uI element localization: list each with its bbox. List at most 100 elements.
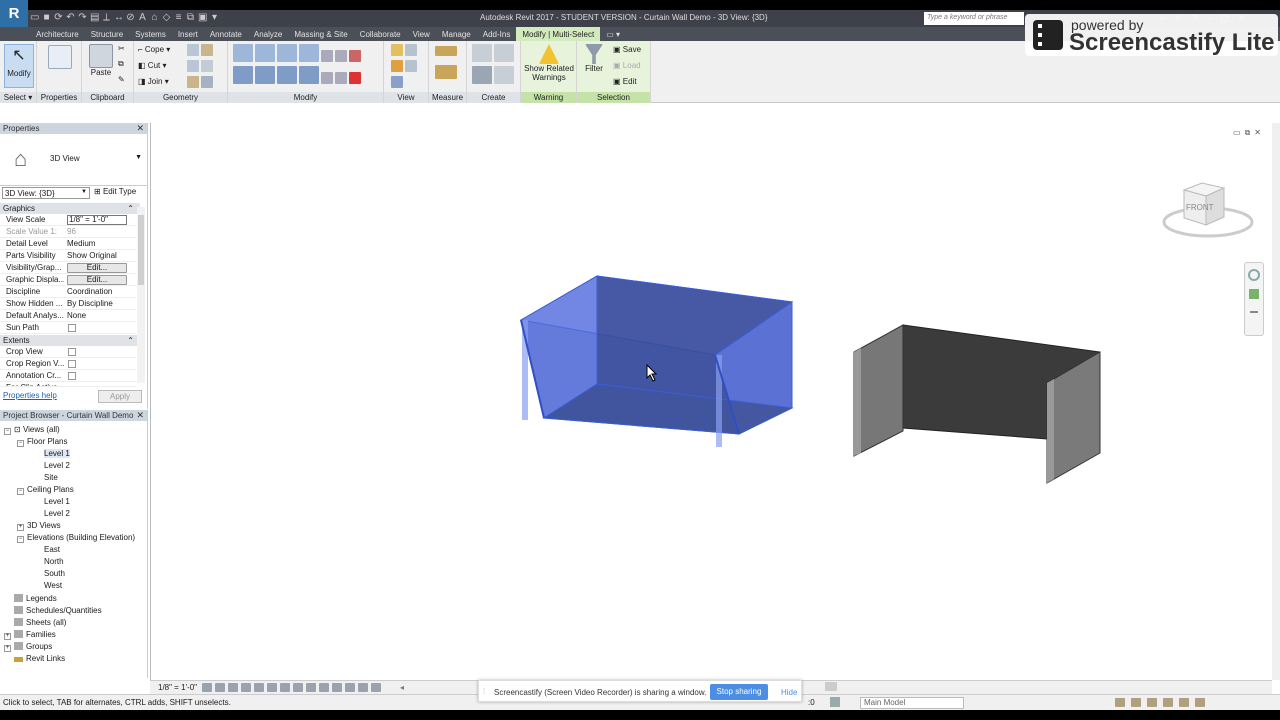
detail-level-icon[interactable] [202, 683, 212, 692]
discipline-value[interactable]: Coordination [67, 286, 127, 298]
tree-sheets[interactable]: Sheets (all) [14, 617, 66, 628]
tree-floor-plan-level-1[interactable]: Level 1 [44, 448, 70, 459]
extents-section-header[interactable]: Extents ⌃ [0, 335, 140, 346]
hide-button[interactable]: Hide [781, 688, 797, 697]
split-face-icon[interactable] [187, 44, 199, 56]
visibility-edit-button[interactable]: Edit... [67, 263, 127, 273]
select-box-icon[interactable] [391, 76, 403, 88]
split-icon[interactable] [321, 50, 333, 62]
shadows-icon[interactable] [241, 683, 251, 692]
type-selector[interactable]: ⌂ 3D View ▼ [0, 134, 147, 186]
temp-view-props-icon[interactable] [332, 683, 342, 692]
tree-ceiling-plan-level-2[interactable]: Level 2 [44, 508, 70, 519]
tree-elevation-south[interactable]: South [44, 568, 65, 579]
aligned-dimension-icon[interactable] [435, 65, 457, 79]
tab-collaborate[interactable]: Collaborate [354, 27, 407, 41]
drawing-area-3d-view[interactable] [150, 123, 1272, 680]
show-hidden-value[interactable]: By Discipline [67, 298, 127, 310]
tree-families[interactable]: + Families [4, 629, 56, 640]
selected-curtain-wall[interactable] [519, 275, 794, 447]
linework-icon[interactable] [391, 60, 403, 72]
tab-architecture[interactable]: Architecture [30, 27, 85, 41]
3d-view-icon[interactable]: ⌂ [150, 12, 159, 23]
view-scale-input[interactable]: 1/8" = 1'-0" [67, 215, 127, 225]
tree-groups[interactable]: + Groups [4, 641, 52, 652]
save-icon[interactable]: ■ [42, 12, 51, 23]
undo-icon[interactable]: ↶ [66, 12, 75, 23]
tree-ceiling-plan-level-1[interactable]: Level 1 [44, 496, 70, 507]
tree-legends[interactable]: Legends [14, 593, 57, 604]
switch-windows-icon[interactable]: ▣ [198, 12, 207, 23]
view-vertical-scrollbar[interactable] [1272, 123, 1280, 680]
view-cube[interactable]: FRONT [1162, 180, 1254, 240]
panel-toggle-icon[interactable]: ▭ ▾ [600, 27, 626, 41]
print-icon[interactable]: ▤ [90, 12, 99, 23]
view-instance-dropdown[interactable]: 3D View: {3D} ▼ [2, 187, 90, 199]
tree-ceiling-plans[interactable]: − Ceiling Plans [17, 484, 74, 495]
scrollbar-thumb[interactable] [138, 215, 144, 285]
redo-icon[interactable]: ↷ [78, 12, 87, 23]
thin-lines-icon[interactable]: ≡ [174, 12, 183, 23]
section-icon[interactable]: ◇ [162, 12, 171, 23]
collapse-toggle-icon[interactable]: − [17, 440, 24, 447]
tree-elevations[interactable]: − Elevations (Building Elevation) [17, 532, 135, 543]
view-cube-front-label[interactable]: FRONT [1186, 203, 1214, 212]
reveal-constraints-icon[interactable] [371, 683, 381, 692]
tree-elevation-east[interactable]: East [44, 544, 60, 555]
cut-geometry-button[interactable]: ◧ Cut ▾ [138, 61, 167, 70]
crop-region-checkbox[interactable] [68, 360, 76, 368]
customize-qat-icon[interactable]: ▾ [210, 12, 219, 23]
text-icon[interactable]: A [138, 12, 147, 23]
select-panel-label[interactable]: Select ▾ [0, 92, 36, 103]
edit-type-button[interactable]: ⊞ Edit Type [94, 187, 136, 196]
remove-paint-icon[interactable] [201, 60, 213, 72]
cut-icon[interactable]: ✂ [118, 44, 125, 53]
tree-3d-views[interactable]: +3D Views [17, 520, 61, 531]
scale-icon[interactable] [335, 72, 347, 84]
trim-icon[interactable] [335, 50, 347, 62]
dimension-icon[interactable]: ↔ [114, 12, 124, 23]
show-crop-icon[interactable] [280, 683, 290, 692]
wall-joins-icon[interactable] [201, 44, 213, 56]
detail-level-value[interactable]: Medium [67, 238, 127, 250]
collapse-toggle-icon[interactable]: − [17, 488, 24, 495]
paste-button[interactable]: Paste [86, 44, 116, 77]
tag-icon[interactable]: ⊘ [126, 12, 135, 23]
paint-icon[interactable] [187, 60, 199, 72]
graphic-display-edit-button[interactable]: Edit... [67, 275, 127, 285]
drag-handle-icon[interactable]: ⁞ [483, 687, 485, 696]
create-group-icon[interactable] [472, 66, 492, 84]
filter-button[interactable]: Filter [580, 44, 608, 73]
design-options-icon[interactable] [830, 697, 840, 707]
close-hidden-icon[interactable]: ⧉ [186, 12, 195, 23]
steering-wheel-icon[interactable] [1248, 269, 1260, 281]
mirror-draw-icon[interactable] [299, 44, 319, 62]
nav-dropdown-icon[interactable] [1250, 307, 1258, 313]
crop-view-icon[interactable] [267, 683, 277, 692]
open-icon[interactable]: ▭ [30, 12, 39, 23]
tab-analyze[interactable]: Analyze [248, 27, 288, 41]
select-links-icon[interactable] [1115, 698, 1125, 707]
create-assembly-icon[interactable] [472, 44, 492, 62]
load-selection-button[interactable]: ▣ Load [613, 61, 641, 70]
tree-floor-plans[interactable]: − Floor Plans [17, 436, 67, 447]
apply-button[interactable]: Apply [98, 390, 142, 403]
tab-manage[interactable]: Manage [436, 27, 477, 41]
mirror-axis-icon[interactable] [277, 44, 297, 62]
expand-toggle-icon[interactable]: + [4, 633, 11, 640]
align-icon[interactable] [233, 44, 253, 62]
array-icon[interactable] [321, 72, 333, 84]
tree-floor-plan-level-2[interactable]: Level 2 [44, 460, 70, 471]
properties-button[interactable] [45, 45, 75, 69]
match-type-icon[interactable]: ✎ [118, 75, 125, 84]
properties-scrollbar[interactable] [137, 207, 145, 383]
view-scale-control[interactable]: 1/8" = 1'-0" [158, 683, 197, 692]
view-tool-icon[interactable] [405, 60, 417, 72]
join-button[interactable]: ◨ Join ▾ [138, 77, 169, 86]
sun-path-icon[interactable] [228, 683, 238, 692]
default-analysis-value[interactable]: None [67, 310, 127, 322]
expand-toggle-icon[interactable]: + [17, 524, 24, 531]
visual-style-icon[interactable] [215, 683, 225, 692]
restore-view-icon[interactable]: ⧉ [1245, 128, 1251, 138]
annotation-crop-checkbox[interactable] [68, 372, 76, 380]
